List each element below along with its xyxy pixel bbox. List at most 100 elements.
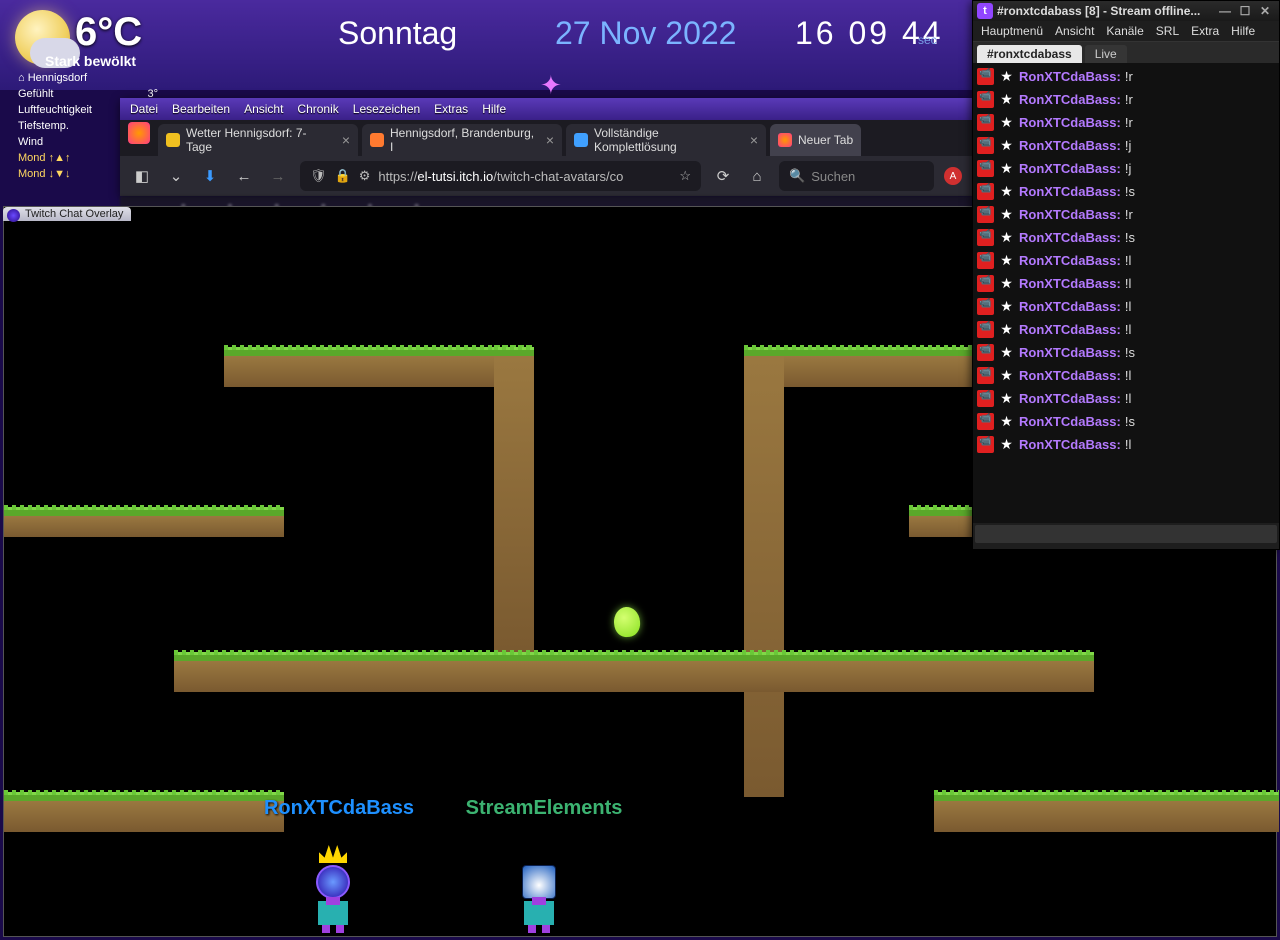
chatty-tabs: #ronxtcdabass Live bbox=[973, 42, 1279, 63]
minimize-button[interactable]: — bbox=[1215, 4, 1235, 18]
moon-down: Mond ↓▼↓ bbox=[18, 166, 70, 182]
chat-username[interactable]: RonXTCdaBass bbox=[1019, 253, 1121, 268]
menu-bookmarks[interactable]: Lesezeichen bbox=[353, 102, 420, 116]
chat-username[interactable]: RonXTCdaBass bbox=[1019, 414, 1121, 429]
menu-view[interactable]: Ansicht bbox=[244, 102, 283, 116]
chat-username[interactable]: RonXTCdaBass bbox=[1019, 322, 1121, 337]
chat-username[interactable]: RonXTCdaBass bbox=[1019, 92, 1121, 107]
overlay-titlebar[interactable]: Twitch Chat Overlay bbox=[3, 207, 131, 221]
chat-row: ★RonXTCdaBass !s bbox=[977, 226, 1275, 249]
chat-row: ★RonXTCdaBass !l bbox=[977, 387, 1275, 410]
humidity-label: Luftfeuchtigkeit bbox=[18, 102, 92, 118]
avatar-image-se bbox=[522, 865, 556, 899]
chat-row: ★RonXTCdaBass !l bbox=[977, 433, 1275, 456]
tab-walkthrough[interactable]: Vollständige Komplettlösung× bbox=[566, 124, 766, 156]
favicon-icon bbox=[574, 133, 588, 147]
shield-icon[interactable]: 🛡 bbox=[310, 168, 327, 184]
chat-text: !j bbox=[1125, 138, 1132, 153]
broadcaster-badge-icon bbox=[977, 275, 994, 292]
broadcaster-badge-icon bbox=[977, 252, 994, 269]
star-icon[interactable]: ☆ bbox=[679, 168, 691, 184]
menu-main[interactable]: Hauptmenü bbox=[981, 24, 1043, 38]
star-badge-icon: ★ bbox=[998, 252, 1015, 269]
broadcaster-badge-icon bbox=[977, 229, 994, 246]
tab-live[interactable]: Live bbox=[1085, 45, 1127, 63]
menu-srl[interactable]: SRL bbox=[1156, 24, 1179, 38]
permissions-icon[interactable]: ⚙ bbox=[359, 168, 371, 184]
extension-icon[interactable]: A bbox=[944, 167, 962, 185]
avatar-body bbox=[524, 901, 554, 925]
lock-icon[interactable]: 🔒 bbox=[335, 168, 351, 184]
chat-username[interactable]: RonXTCdaBass bbox=[1019, 230, 1121, 245]
chat-username[interactable]: RonXTCdaBass bbox=[1019, 368, 1121, 383]
chat-text: !s bbox=[1125, 345, 1135, 360]
menu-extra[interactable]: Extra bbox=[1191, 24, 1219, 38]
broadcaster-badge-icon bbox=[977, 206, 994, 223]
sidebar-icon[interactable]: ◧ bbox=[130, 164, 154, 188]
low-label: Tiefstemp. bbox=[18, 118, 69, 134]
chatty-window[interactable]: t #ronxtcdabass [8] - Stream offline... … bbox=[972, 0, 1280, 550]
chat-row: ★RonXTCdaBass !r bbox=[977, 65, 1275, 88]
tab-weather[interactable]: Wetter Hennigsdorf: 7-Tage× bbox=[158, 124, 358, 156]
chat-username[interactable]: RonXTCdaBass bbox=[1019, 161, 1121, 176]
chat-username[interactable]: RonXTCdaBass bbox=[1019, 184, 1121, 199]
chat-username[interactable]: RonXTCdaBass bbox=[1019, 299, 1121, 314]
chat-username[interactable]: RonXTCdaBass bbox=[1019, 437, 1121, 452]
avatar-image-ron bbox=[316, 865, 350, 899]
tab-bar: Wetter Hennigsdorf: 7-Tage× Hennigsdorf,… bbox=[120, 120, 972, 156]
firefox-window[interactable]: Datei Bearbeiten Ansicht Chronik Lesezei… bbox=[120, 98, 972, 196]
menu-file[interactable]: Datei bbox=[130, 102, 158, 116]
firefox-logo-icon[interactable] bbox=[128, 122, 150, 144]
star-badge-icon: ★ bbox=[998, 436, 1015, 453]
menu-history[interactable]: Chronik bbox=[297, 102, 338, 116]
close-button[interactable]: ✕ bbox=[1255, 4, 1275, 18]
menu-view[interactable]: Ansicht bbox=[1055, 24, 1094, 38]
reload-button[interactable]: ⟳ bbox=[711, 164, 735, 188]
menu-help[interactable]: Hilfe bbox=[482, 102, 506, 116]
close-icon[interactable]: × bbox=[750, 132, 758, 148]
chat-username[interactable]: RonXTCdaBass bbox=[1019, 69, 1121, 84]
broadcaster-badge-icon bbox=[977, 390, 994, 407]
chat-text: !l bbox=[1125, 253, 1132, 268]
chat-username[interactable]: RonXTCdaBass bbox=[1019, 138, 1121, 153]
menu-help[interactable]: Hilfe bbox=[1231, 24, 1255, 38]
back-button[interactable]: ← bbox=[232, 164, 256, 188]
maximize-button[interactable]: ☐ bbox=[1235, 4, 1255, 18]
close-icon[interactable]: × bbox=[546, 132, 554, 148]
forward-button[interactable]: → bbox=[266, 164, 290, 188]
sparkle-icon: ✦ bbox=[540, 70, 562, 101]
tab-new[interactable]: Neuer Tab bbox=[770, 124, 861, 156]
chat-input[interactable] bbox=[975, 525, 1277, 543]
pocket-icon[interactable]: ⌄ bbox=[164, 164, 188, 188]
menu-edit[interactable]: Bearbeiten bbox=[172, 102, 230, 116]
chat-username[interactable]: RonXTCdaBass bbox=[1019, 345, 1121, 360]
broadcaster-badge-icon bbox=[977, 413, 994, 430]
close-icon[interactable]: × bbox=[342, 132, 350, 148]
chat-text: !s bbox=[1125, 414, 1135, 429]
platform bbox=[909, 507, 974, 537]
clock-sec-label: sec bbox=[918, 33, 937, 47]
chat-username[interactable]: RonXTCdaBass bbox=[1019, 391, 1121, 406]
broadcaster-badge-icon bbox=[977, 344, 994, 361]
tab-hennigsdorf[interactable]: Hennigsdorf, Brandenburg, I× bbox=[362, 124, 562, 156]
broadcaster-badge-icon bbox=[977, 321, 994, 338]
chatty-titlebar[interactable]: t #ronxtcdabass [8] - Stream offline... … bbox=[973, 1, 1279, 21]
chat-messages[interactable]: ★RonXTCdaBass !r★RonXTCdaBass !r★RonXTCd… bbox=[973, 63, 1279, 523]
download-icon[interactable]: ⬇ bbox=[198, 164, 222, 188]
chat-username[interactable]: RonXTCdaBass bbox=[1019, 115, 1121, 130]
chat-username[interactable]: RonXTCdaBass bbox=[1019, 276, 1121, 291]
search-bar[interactable]: 🔍Suchen bbox=[779, 161, 934, 191]
url-bar[interactable]: 🛡 🔒 ⚙ https://el-tutsi.itch.io/twitch-ch… bbox=[300, 161, 701, 191]
chat-row: ★RonXTCdaBass !l bbox=[977, 272, 1275, 295]
chat-row: ★RonXTCdaBass !l bbox=[977, 295, 1275, 318]
star-badge-icon: ★ bbox=[998, 229, 1015, 246]
home-button[interactable]: ⌂ bbox=[745, 164, 769, 188]
star-badge-icon: ★ bbox=[998, 91, 1015, 108]
tab-channel[interactable]: #ronxtcdabass bbox=[977, 45, 1082, 63]
chat-username[interactable]: RonXTCdaBass bbox=[1019, 207, 1121, 222]
temperature: 6°C bbox=[75, 10, 142, 55]
menu-channels[interactable]: Kanäle bbox=[1106, 24, 1143, 38]
chatty-menubar: Hauptmenü Ansicht Kanäle SRL Extra Hilfe bbox=[973, 21, 1279, 42]
chat-row: ★RonXTCdaBass !s bbox=[977, 410, 1275, 433]
menu-extras[interactable]: Extras bbox=[434, 102, 468, 116]
